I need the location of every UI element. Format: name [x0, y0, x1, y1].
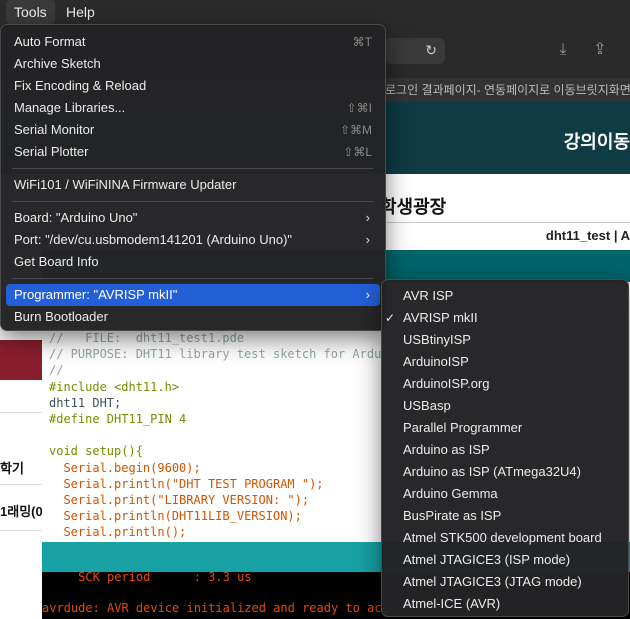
programmer-option[interactable]: Atmel JTAGICE3 (JTAG mode) — [387, 571, 623, 593]
menu-item-label: Atmel JTAGICE3 (ISP mode) — [403, 552, 571, 567]
menu-item-label: Burn Bootloader — [14, 309, 108, 324]
menu-separator — [12, 278, 374, 279]
menu-item-label: AVR ISP — [403, 288, 454, 303]
address-bar[interactable]: ↻ — [385, 38, 445, 64]
divider — [0, 530, 42, 531]
programmer-option[interactable]: Atmel STK500 development board — [387, 527, 623, 549]
menu-item-label: Arduino as ISP — [403, 442, 490, 457]
checkmark-icon: ✓ — [385, 311, 396, 325]
menu-item-programmer[interactable]: Programmer: "AVRISP mkII" › — [6, 284, 380, 306]
programmer-option[interactable]: Arduino as ISP — [387, 439, 623, 461]
menu-item-label: Get Board Info — [14, 254, 99, 269]
menu-item-board-info[interactable]: Get Board Info — [6, 251, 380, 273]
menu-item-label: WiFi101 / WiFiNINA Firmware Updater — [14, 177, 237, 192]
menu-item-label: Fix Encoding & Reload — [14, 78, 147, 93]
download-icon[interactable]: ⤓ — [553, 40, 573, 60]
menu-item-manage-libraries[interactable]: Manage Libraries... ⇧⌘I — [6, 97, 380, 119]
chevron-right-icon: › — [365, 287, 370, 302]
menu-item-label: Port: "/dev/cu.usbmodem141201 (Arduino U… — [14, 232, 293, 247]
menu-item-auto-format[interactable]: Auto Format ⌘T — [6, 31, 380, 53]
code-line: // — [49, 363, 64, 378]
menu-item-label: ArduinoISP — [403, 354, 469, 369]
menu-item-label: Atmel JTAGICE3 (JTAG mode) — [403, 574, 582, 589]
menu-item-board[interactable]: Board: "Arduino Uno" › — [6, 207, 380, 229]
programmer-option[interactable]: Arduino as ISP (ATmega32U4) — [387, 461, 623, 483]
menu-item-burn-bootloader[interactable]: Burn Bootloader — [6, 306, 380, 328]
menu-item-label: Serial Monitor — [14, 122, 95, 137]
shortcut-label: ⇧⌘I — [346, 101, 372, 115]
browser-tab-title[interactable]: 로그인 결과페이지- 연동페이지로 이동브릿지화면(2) — [385, 78, 630, 102]
menu-item-label: Serial Plotter — [14, 144, 89, 159]
menu-item-label: Parallel Programmer — [403, 420, 523, 435]
programmer-option[interactable]: ArduinoISP.org — [387, 373, 623, 395]
site-title: 강의이동 — [563, 132, 630, 152]
menu-item-label: Atmel STK500 development board — [403, 530, 602, 545]
ide-window-title: dht11_test | A — [545, 228, 630, 243]
menu-help[interactable]: Help — [58, 0, 103, 24]
menu-item-archive-sketch[interactable]: Archive Sketch — [6, 53, 380, 75]
menu-item-label: Board: "Arduino Uno" — [14, 210, 138, 225]
page-heading: 학생광장 — [380, 197, 447, 217]
reload-icon[interactable]: ↻ — [425, 42, 437, 59]
menu-bar: Tools Help — [0, 0, 630, 24]
shortcut-label: ⇧⌘M — [339, 123, 372, 137]
shortcut-label: ⌘T — [352, 35, 372, 49]
menu-item-label: ArduinoISP.org — [403, 376, 490, 391]
code-line: Serial.println("DHT TEST PROGRAM "); — [49, 476, 324, 491]
code-line: Serial.println(); — [49, 525, 187, 540]
divider — [0, 484, 42, 485]
code-line: void setup(){ — [49, 444, 143, 459]
menu-item-firmware-updater[interactable]: WiFi101 / WiFiNINA Firmware Updater — [6, 174, 380, 196]
tools-menu: Auto Format ⌘T Archive Sketch Fix Encodin… — [0, 24, 386, 331]
console-line: avrdude: AVR device initialized and read… — [42, 601, 389, 615]
programmer-option[interactable]: USBasp — [387, 395, 623, 417]
menu-item-serial-plotter[interactable]: Serial Plotter ⇧⌘L — [6, 141, 380, 163]
menu-item-label: Manage Libraries... — [14, 100, 126, 115]
left-panel-item[interactable]: 학기 — [0, 458, 24, 477]
chevron-right-icon: › — [365, 232, 370, 247]
code-line: #include <dht11.h> — [49, 379, 180, 394]
menu-item-label: USBasp — [403, 398, 451, 413]
menu-item-label: BusPirate as ISP — [403, 508, 502, 523]
code-line: // PURPOSE: DHT11 library test sketch fo… — [49, 347, 404, 362]
menu-item-fix-encoding[interactable]: Fix Encoding & Reload — [6, 75, 380, 97]
menu-item-label: Arduino as ISP (ATmega32U4) — [403, 464, 581, 479]
programmer-option[interactable]: USBtinyISP — [387, 329, 623, 351]
code-line: Serial.println(DHT11LIB_VERSION); — [49, 509, 302, 524]
menu-item-label: Auto Format — [14, 34, 86, 49]
menu-item-label: Arduino Gemma — [403, 486, 498, 501]
programmer-option[interactable]: Atmel-ICE (AVR) — [387, 593, 623, 615]
menu-item-label: AVRISP mkII — [403, 310, 478, 325]
code-line: Serial.print("LIBRARY VERSION: "); — [49, 493, 310, 508]
chevron-right-icon: › — [365, 210, 370, 225]
menu-tools[interactable]: Tools — [6, 0, 55, 24]
programmer-submenu: AVR ISP ✓ AVRISP mkII USBtinyISP ArduinoI… — [381, 279, 629, 617]
programmer-option-selected[interactable]: ✓ AVRISP mkII — [385, 307, 623, 329]
shortcut-label: ⇧⌘L — [343, 145, 372, 159]
code-text[interactable]: // FILE: dht11_test1.pde // PURPOSE: DHT… — [49, 330, 403, 541]
left-panel-item[interactable]: 1래밍(0 — [0, 501, 43, 520]
menu-item-serial-monitor[interactable]: Serial Monitor ⇧⌘M — [6, 119, 380, 141]
divider — [0, 412, 42, 413]
code-line: #define DHT11_PIN 4 — [49, 412, 187, 427]
programmer-option[interactable]: Arduino Gemma — [387, 483, 623, 505]
programmer-option[interactable]: Parallel Programmer — [387, 417, 623, 439]
left-panel-banner — [0, 340, 42, 380]
code-line: // FILE: dht11_test1.pde — [49, 331, 245, 345]
programmer-option[interactable]: Atmel JTAGICE3 (ISP mode) — [387, 549, 623, 571]
menu-separator — [12, 168, 374, 169]
menu-item-label: Archive Sketch — [14, 56, 101, 71]
menu-item-label: USBtinyISP — [403, 332, 471, 347]
menu-item-port[interactable]: Port: "/dev/cu.usbmodem141201 (Arduino U… — [6, 229, 380, 251]
menu-item-label: Programmer: "AVRISP mkII" — [14, 287, 178, 302]
programmer-option[interactable]: BusPirate as ISP — [387, 505, 623, 527]
menu-separator — [12, 201, 374, 202]
console-line: SCK period : 3.3 us — [42, 570, 252, 584]
menu-item-label: Atmel-ICE (AVR) — [403, 596, 501, 611]
programmer-option[interactable]: ArduinoISP — [387, 351, 623, 373]
code-line: dht11 DHT; — [49, 395, 122, 410]
programmer-option[interactable]: AVR ISP — [387, 285, 623, 307]
code-line: Serial.begin(9600); — [49, 460, 201, 475]
share-icon[interactable]: ⇪ — [590, 40, 610, 60]
